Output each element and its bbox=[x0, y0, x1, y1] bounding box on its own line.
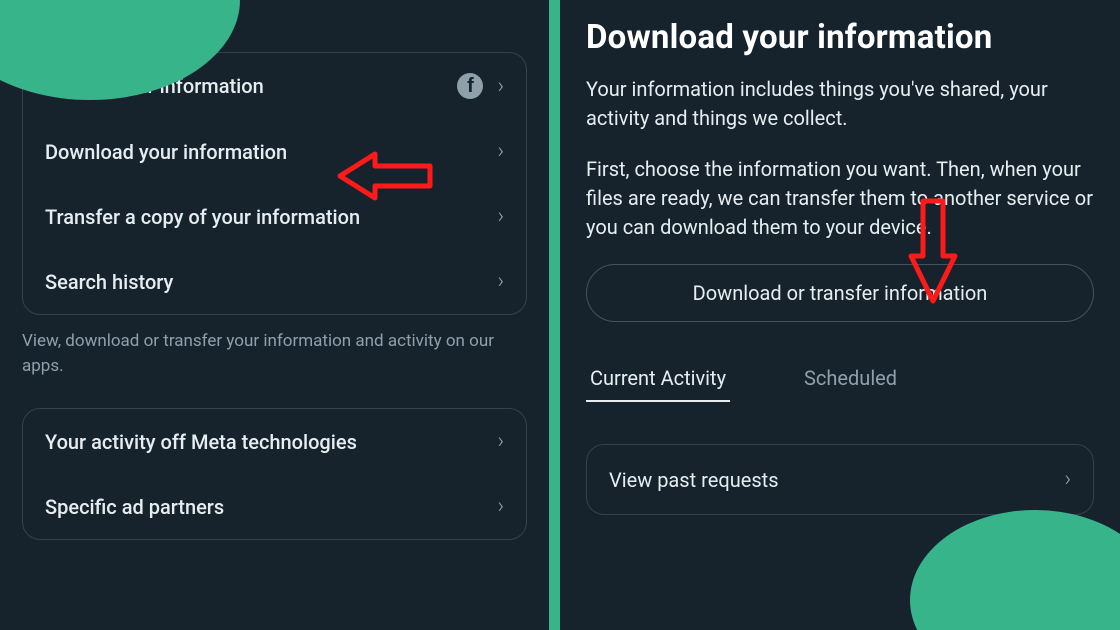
row-label: View past requests bbox=[609, 468, 1064, 492]
activity-tabs: Current Activity Scheduled bbox=[586, 356, 1094, 402]
chevron-right-icon: › bbox=[497, 74, 504, 99]
row-transfer-info[interactable]: Transfer a copy of your information › bbox=[23, 184, 526, 249]
info-card-2: Your activity off Meta technologies › Sp… bbox=[22, 408, 527, 540]
row-label: Your activity off Meta technologies bbox=[45, 430, 497, 454]
facebook-icon: f bbox=[457, 73, 483, 99]
intro-paragraph-1: Your information includes things you've … bbox=[586, 75, 1094, 133]
intro-paragraph-2: First, choose the information you want. … bbox=[586, 155, 1094, 242]
row-label: Specific ad partners bbox=[45, 495, 497, 519]
tab-scheduled[interactable]: Scheduled bbox=[800, 356, 901, 402]
chevron-right-icon: › bbox=[497, 204, 504, 229]
helper-text: View, download or transfer your informat… bbox=[22, 329, 527, 378]
row-search-history[interactable]: Search history › bbox=[23, 249, 526, 314]
download-or-transfer-button[interactable]: Download or transfer information bbox=[586, 264, 1094, 322]
row-label: Search history bbox=[45, 270, 497, 294]
chevron-right-icon: › bbox=[497, 494, 504, 519]
row-activity-off-meta[interactable]: Your activity off Meta technologies › bbox=[23, 409, 526, 474]
page-title: Download your information bbox=[586, 18, 1094, 57]
tab-current-activity[interactable]: Current Activity bbox=[586, 356, 730, 402]
chevron-right-icon: › bbox=[1064, 467, 1071, 492]
chevron-right-icon: › bbox=[497, 429, 504, 454]
chevron-right-icon: › bbox=[497, 269, 504, 294]
annotation-arrow-down-icon bbox=[903, 196, 963, 306]
row-download-info[interactable]: Download your information › bbox=[23, 119, 526, 184]
row-view-past-requests[interactable]: View past requests › bbox=[587, 445, 1093, 514]
annotation-arrow-left-icon bbox=[335, 146, 435, 206]
row-label: Transfer a copy of your information bbox=[45, 205, 497, 229]
past-requests-card: View past requests › bbox=[586, 444, 1094, 515]
row-ad-partners[interactable]: Specific ad partners › bbox=[23, 474, 526, 539]
chevron-right-icon: › bbox=[497, 139, 504, 164]
